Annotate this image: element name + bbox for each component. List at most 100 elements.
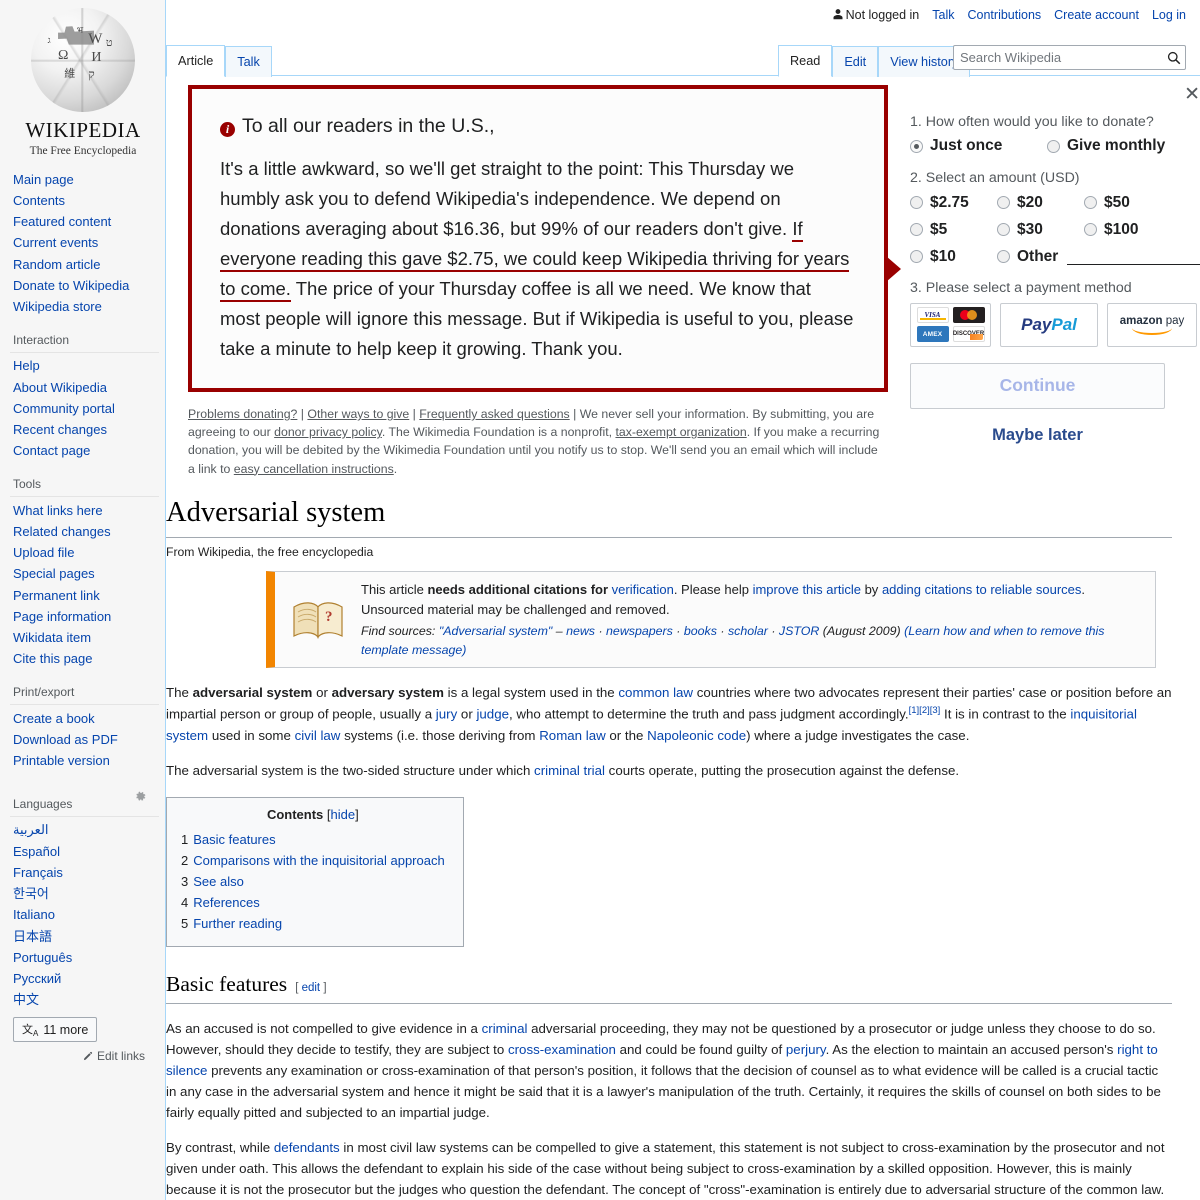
language-link-espa-ol[interactable]: Español [13,844,60,859]
amount-option-other[interactable]: Other [997,248,1200,266]
sidebar-item-upload-file[interactable]: Upload file [13,545,74,560]
radio-amount-5[interactable] [910,223,923,237]
personal-link-contributions[interactable]: Contributions [968,8,1042,22]
search-box[interactable] [953,45,1186,70]
link-civil-law[interactable]: civil law [295,728,341,743]
amount-option-50[interactable]: $50 [1084,194,1200,212]
search-input[interactable] [954,46,1163,69]
fineprint-link-privacy[interactable]: donor privacy policy [274,425,382,439]
sidebar-item-printable-version[interactable]: Printable version [13,753,110,768]
more-languages-button[interactable]: 文A 11 more [13,1017,98,1043]
radio-amount-30[interactable] [997,223,1010,237]
find-sources-books[interactable]: books [684,624,717,638]
toc-link-basic-features[interactable]: Basic features [193,832,275,847]
payment-method-paypal[interactable]: PayPal [1000,302,1098,347]
sidebar-item-featured-content[interactable]: Featured content [13,214,111,229]
link-napoleonic-code[interactable]: Napoleonic code [647,728,746,743]
fineprint-link-other-ways[interactable]: Other ways to give [307,407,409,421]
link-jury[interactable]: jury [436,707,457,722]
sidebar-item-contents[interactable]: Contents [13,193,65,208]
payment-method-credit-card[interactable]: VISA AMEX DISCOVER [910,302,991,347]
sidebar-item-related-changes[interactable]: Related changes [13,524,111,539]
sidebar-item-about-wikipedia[interactable]: About Wikipedia [13,380,107,395]
section1-edit-link[interactable]: edit [302,982,321,994]
language-link-italiano[interactable]: Italiano [13,907,55,922]
link-cross-examination[interactable]: cross-examination [508,1042,616,1057]
tab-talk[interactable]: Talk [225,46,272,77]
fineprint-link-faq[interactable]: Frequently asked questions [419,407,569,421]
fineprint-link-cancellation[interactable]: easy cancellation instructions [234,462,394,476]
amb-link-add-citations[interactable]: adding citations to reliable sources [882,582,1081,597]
wikipedia-logo[interactable]: W Ω И 維 ק ט ג भ WIKIPEDIA The Free Encyc… [0,0,166,157]
link-roman-law[interactable]: Roman law [539,728,606,743]
amount-option-2-75[interactable]: $2.75 [910,194,997,212]
tab-read[interactable]: Read [778,45,833,77]
toc-link-further-reading[interactable]: Further reading [193,916,282,931]
reference-links[interactable]: [1][2][3] [909,705,941,716]
frequency-option-just-once[interactable]: Just once [910,137,1047,155]
sidebar-item-community-portal[interactable]: Community portal [13,401,115,416]
language-link-[interactable]: 日本語 [13,929,52,944]
sidebar-item-page-information[interactable]: Page information [13,609,111,624]
gear-icon[interactable] [134,790,147,806]
frequency-option-give-monthly[interactable]: Give monthly [1047,137,1165,155]
toc-link-comparisons-with-the-inquisitorial-approach[interactable]: Comparisons with the inquisitorial appro… [193,853,444,868]
toc-hide-link[interactable]: hide [331,807,356,822]
link-judge[interactable]: judge [476,707,509,722]
personal-link-talk[interactable]: Talk [932,8,954,22]
find-sources-news[interactable]: news [566,624,595,638]
radio-amount-other[interactable] [997,250,1010,264]
amount-option-10[interactable]: $10 [910,248,997,266]
find-sources-scholar[interactable]: scholar [728,624,768,638]
radio-just-once[interactable] [910,139,923,153]
sidebar-item-donate-to-wikipedia[interactable]: Donate to Wikipedia [13,278,129,293]
radio-amount-50[interactable] [1084,196,1097,210]
sidebar-item-what-links-here[interactable]: What links here [13,503,103,518]
language-link-[interactable]: 한국어 [13,886,49,901]
search-icon[interactable] [1163,51,1185,65]
fineprint-link-problems[interactable]: Problems donating? [188,407,297,421]
edit-links[interactable]: Edit links [10,1042,159,1063]
sidebar-item-cite-this-page[interactable]: Cite this page [13,651,93,666]
language-link-[interactable]: Русский [13,971,61,986]
continue-button[interactable]: Continue [910,362,1165,409]
amb-link-improve[interactable]: improve this article [753,582,861,597]
sidebar-item-special-pages[interactable]: Special pages [13,566,95,581]
sidebar-item-wikipedia-store[interactable]: Wikipedia store [13,299,102,314]
maybe-later-link[interactable]: Maybe later [910,426,1165,445]
sidebar-item-current-events[interactable]: Current events [13,235,98,250]
amount-option-5[interactable]: $5 [910,221,997,239]
sidebar-item-main-page[interactable]: Main page [13,172,74,187]
link-defendants[interactable]: defendants [274,1140,340,1155]
link-criminal-trial[interactable]: criminal trial [534,763,605,778]
sidebar-item-help[interactable]: Help [13,358,40,373]
radio-amount-100[interactable] [1084,223,1097,237]
language-link-fran-ais[interactable]: Français [13,865,63,880]
payment-method-amazon-pay[interactable]: amazon pay [1107,302,1197,347]
amount-option-100[interactable]: $100 [1084,221,1200,239]
reference-marks[interactable]: [1][2][3] [909,705,941,716]
tab-article[interactable]: Article [166,45,226,77]
amount-option-30[interactable]: $30 [997,221,1084,239]
find-sources-query[interactable]: "Adversarial system" [439,624,552,638]
sidebar-item-random-article[interactable]: Random article [13,257,100,272]
link-criminal[interactable]: criminal [482,1021,528,1036]
find-sources-newspapers[interactable]: newspapers [606,624,673,638]
radio-give-monthly[interactable] [1047,139,1060,153]
sidebar-item-wikidata-item[interactable]: Wikidata item [13,630,91,645]
radio-amount-20[interactable] [997,196,1010,210]
language-link-[interactable]: العربية [13,822,49,837]
toc-hide-wrap[interactable]: [hide] [327,807,359,822]
link-common-law[interactable]: common law [618,685,693,700]
section1-edit[interactable]: [ edit ] [295,982,326,994]
sidebar-item-create-a-book[interactable]: Create a book [13,711,95,726]
language-link-portugu-s[interactable]: Português [13,950,72,965]
close-icon[interactable]: ✕ [1184,84,1200,105]
sidebar-item-download-as-pdf[interactable]: Download as PDF [13,732,118,747]
personal-link-log-in[interactable]: Log in [1152,8,1186,22]
fineprint-link-tax-exempt[interactable]: tax-exempt organization [615,425,746,439]
language-link-[interactable]: 中文 [13,992,39,1007]
tab-edit[interactable]: Edit [832,46,879,77]
sidebar-item-recent-changes[interactable]: Recent changes [13,422,107,437]
amount-option-20[interactable]: $20 [997,194,1084,212]
